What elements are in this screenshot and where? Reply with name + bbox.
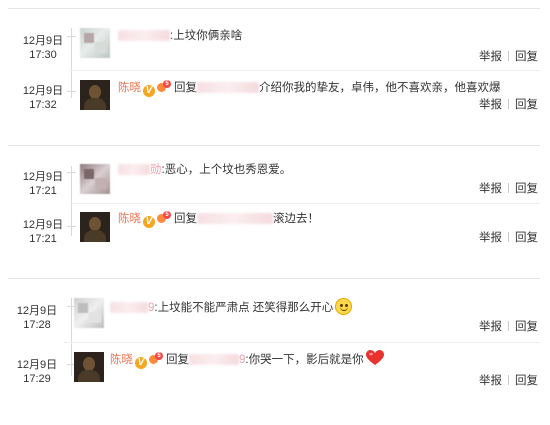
report-button[interactable]: 举报 (479, 375, 502, 387)
username-link[interactable]: 陈晓 (118, 213, 141, 225)
verified-v-icon: V (143, 216, 155, 228)
reply-button[interactable]: 回复 (515, 51, 538, 63)
reply-text: :你哭一下，影后就是你 (245, 354, 364, 366)
row-divider (64, 342, 540, 343)
report-button[interactable]: 举报 (479, 99, 502, 111)
blurred-username[interactable] (118, 30, 170, 42)
report-button[interactable]: 举报 (479, 183, 502, 195)
reply-text: 滚边去！ (273, 213, 319, 225)
reply-date: 12月9日 17:32 (22, 85, 64, 111)
smile-emoji-icon (335, 298, 353, 315)
blurred-username[interactable] (118, 164, 150, 176)
verified-v-icon: V (143, 85, 155, 97)
blurred-mention[interactable] (197, 82, 259, 94)
avatar-chenxiao[interactable] (80, 212, 110, 242)
group-separator (8, 145, 540, 146)
reply-prefix: 回复 (174, 213, 197, 225)
report-button[interactable]: 举报 (479, 321, 502, 333)
comment-date: 12月9日 17:21 (22, 171, 64, 197)
avatar[interactable] (74, 298, 104, 328)
blurred-username[interactable] (110, 302, 148, 314)
avatar[interactable] (80, 164, 110, 194)
avatar[interactable] (80, 28, 110, 58)
comment-text-line: 勋:恶心，上个坟也秀恩爱。 (118, 162, 291, 178)
comment-text: :上坟你俩亲啥 (170, 30, 243, 42)
username-link[interactable]: 陈晓 (118, 82, 141, 94)
blurred-mention[interactable] (197, 213, 273, 225)
report-button[interactable]: 举报 (479, 232, 502, 244)
comment-date: 12月9日 17:30 (22, 35, 64, 61)
avatar-chenxiao[interactable] (80, 80, 110, 110)
comment-text: :上坟能不能严肃点 还笑得那么开心 (154, 302, 334, 314)
reply-prefix: 回复 (174, 82, 197, 94)
row-divider (70, 70, 540, 71)
report-button[interactable]: 举报 (479, 51, 502, 63)
reply-text-line: 陈晓 V 5 回复 9:你哭一下，影后就是你 (110, 350, 384, 369)
reply-prefix: 回复 (166, 354, 189, 366)
row-divider (70, 203, 540, 204)
heart-emoji-icon (365, 350, 384, 365)
comment-actions: 举报 回复 (479, 182, 538, 196)
group-separator (8, 278, 540, 279)
reply-actions: 举报 回复 (479, 231, 538, 245)
reply-text: 介绍你我的挚友，卓伟，他不喜欢亲，他喜欢爆 (259, 82, 501, 94)
comment-actions: 举报 回复 (479, 320, 538, 334)
vip-crown-icon: 5 (156, 211, 172, 225)
comment-text-line: 9:上坟能不能严肃点 还笑得那么开心 (110, 298, 353, 316)
vip-crown-icon: 5 (156, 80, 172, 94)
reply-button[interactable]: 回复 (515, 232, 538, 244)
comment-actions: 举报 回复 (479, 50, 538, 64)
verified-v-icon: V (135, 357, 147, 369)
reply-actions: 举报 回复 (479, 98, 538, 112)
reply-text-line: 陈晓 V 5 回复 介绍你我的挚友，卓伟，他不喜欢亲，他喜欢爆 (118, 80, 501, 97)
reply-button[interactable]: 回复 (515, 321, 538, 333)
username-link[interactable]: 陈晓 (110, 354, 133, 366)
reply-button[interactable]: 回复 (515, 99, 538, 111)
group-separator (8, 8, 540, 9)
reply-text-line: 陈晓 V 5 回复 滚边去！ (118, 211, 319, 228)
comment-text: :恶心，上个坟也秀恩爱。 (161, 164, 292, 176)
name-suffix: 勋 (150, 164, 162, 176)
avatar-chenxiao[interactable] (74, 352, 104, 382)
reply-date: 12月9日 17:21 (22, 219, 64, 245)
comment-date: 12月9日 17:28 (16, 305, 58, 331)
reply-date: 12月9日 17:29 (16, 359, 58, 385)
reply-actions: 举报 回复 (479, 374, 538, 388)
reply-button[interactable]: 回复 (515, 375, 538, 387)
reply-button[interactable]: 回复 (515, 183, 538, 195)
comment-text-line: :上坟你俩亲啥 (118, 28, 242, 44)
vip-crown-icon: 5 (148, 352, 164, 366)
blurred-mention[interactable] (189, 354, 239, 366)
